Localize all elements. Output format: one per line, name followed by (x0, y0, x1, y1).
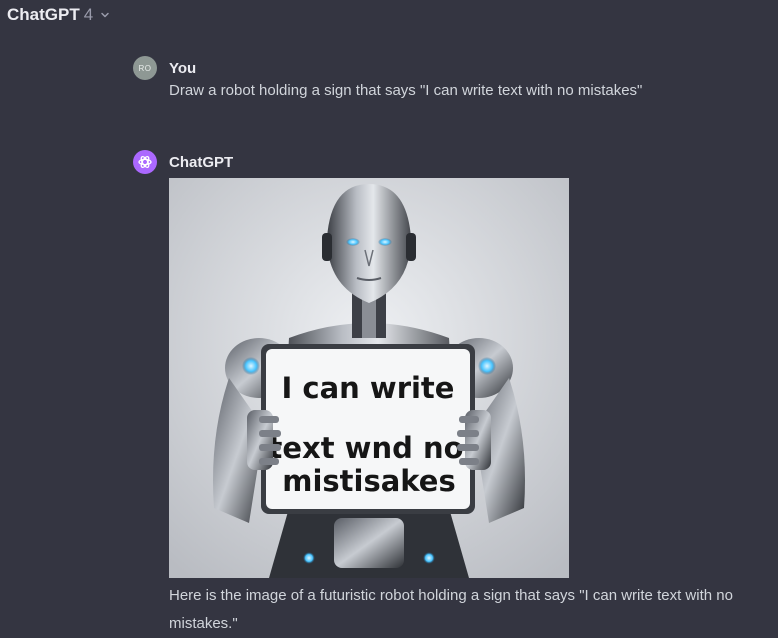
robot-abdomen (334, 518, 404, 568)
user-avatar: RO (133, 56, 157, 80)
openai-logo-icon (138, 155, 152, 169)
user-avatar-initials: RO (138, 63, 152, 73)
model-name: ChatGPT (7, 5, 80, 24)
chevron-down-icon (101, 12, 109, 18)
assistant-message: ChatGPT I can write text wnd no mistisak… (133, 150, 768, 632)
robot-right-eye (378, 238, 392, 246)
user-message: RO You Draw a robot holding a sign that … (133, 56, 768, 105)
sign-text-line-2: text wnd no (268, 431, 463, 465)
model-selector[interactable]: ChatGPT 4 (7, 5, 111, 25)
user-author-label: You (169, 59, 197, 77)
sign-text-line-1: I can write (282, 371, 455, 405)
assistant-author-label: ChatGPT (169, 153, 234, 171)
sign-text-line-3: mistisakes (282, 464, 456, 498)
assistant-message-text: Here is the image of a futuristic robot … (169, 587, 733, 632)
user-message-text: Draw a robot holding a sign that says "I… (169, 82, 643, 99)
model-version: 4 (83, 5, 94, 24)
robot-left-eye (346, 238, 360, 246)
assistant-avatar (133, 150, 157, 174)
generated-robot-image[interactable]: I can write text wnd no mistisakes (169, 178, 569, 578)
